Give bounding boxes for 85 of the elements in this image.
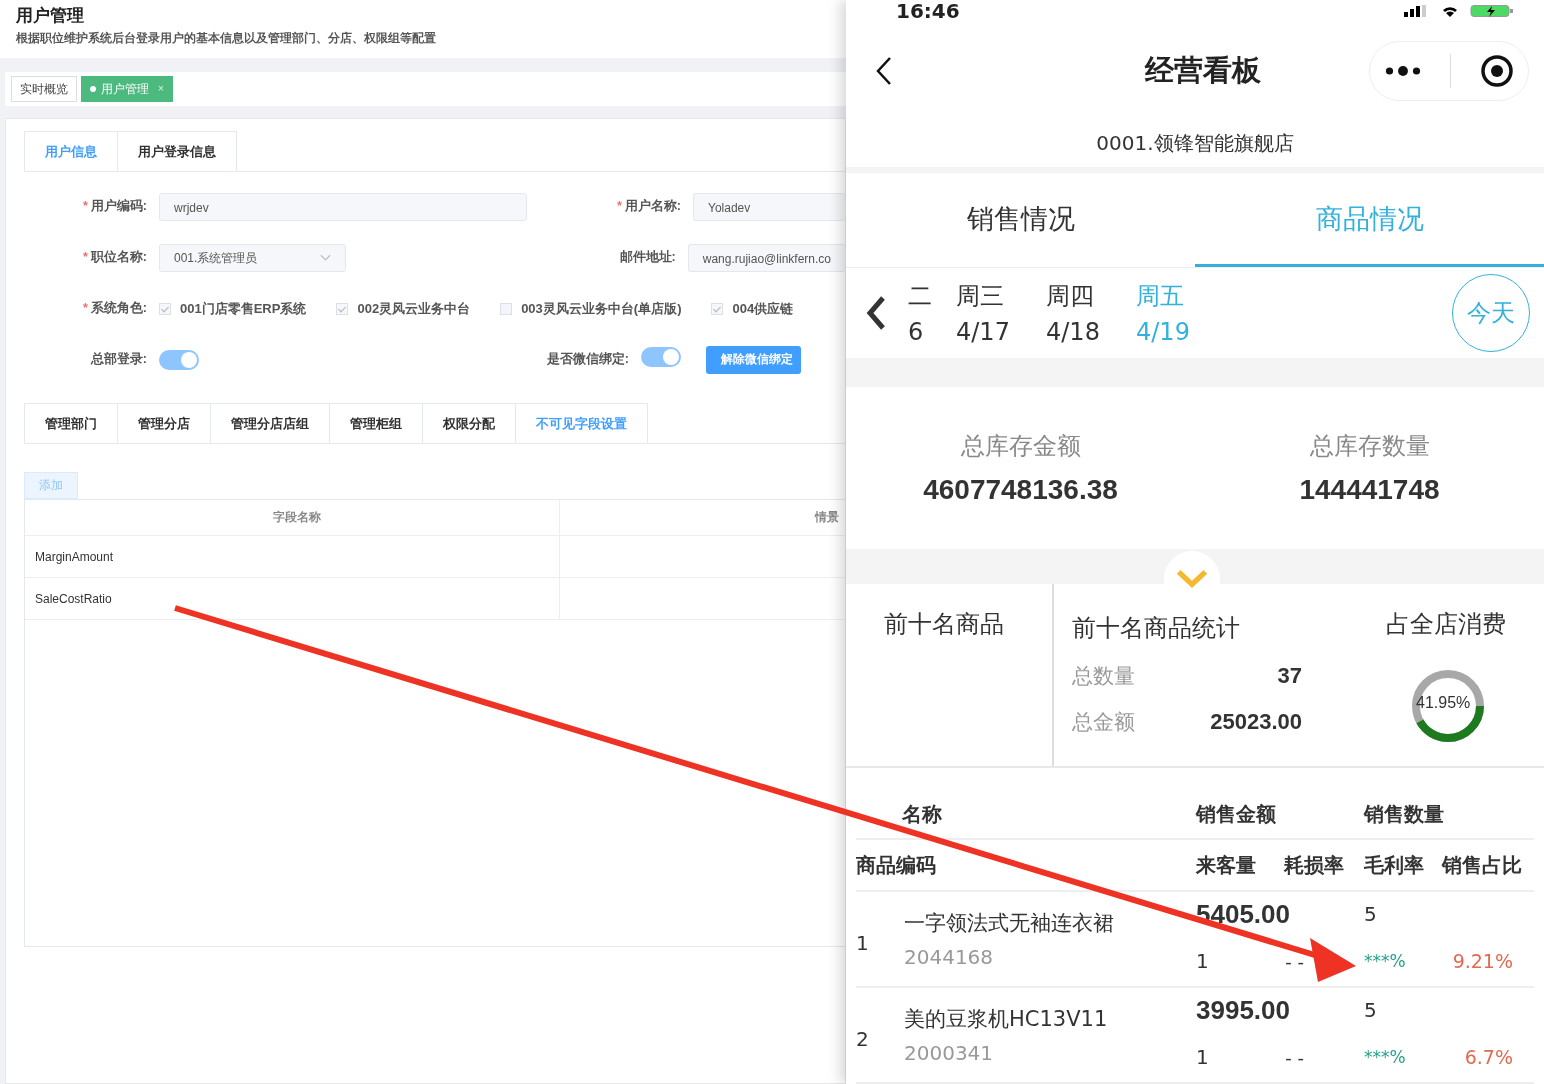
column-header: 情景	[815, 510, 839, 525]
sales-quantity: 5	[1364, 998, 1378, 1022]
page-subtitle: 根据职位维护系统后台登录用户的基本信息以及管理部门、分店、权限组等配置	[16, 31, 437, 46]
section-title: 前十名商品统计	[1072, 612, 1241, 644]
product-name: 美的豆浆机HC13V11	[904, 1006, 1109, 1033]
tab[interactable]: 管理柜组	[330, 403, 423, 443]
stat-label: 总库存金额	[960, 430, 1081, 462]
column-header: 来客量	[1196, 851, 1257, 879]
tab[interactable]: 销售情况	[846, 172, 1195, 267]
more-icon[interactable]	[1384, 64, 1421, 77]
checkbox-label: 003灵风云业务中台(单店版)	[521, 299, 682, 318]
day-item[interactable]: 周三 4/17	[956, 279, 1046, 346]
checkbox-label: 004供应链	[732, 299, 794, 318]
input-field[interactable]: Yoladev	[693, 192, 845, 221]
tab[interactable]: 管理部门	[24, 403, 118, 443]
input-field[interactable]: wang.rujiao@linkfern.co	[687, 243, 845, 272]
page-title: 用户管理	[16, 5, 85, 27]
checkbox[interactable]	[500, 302, 513, 315]
page-tab[interactable]: 实时概览	[11, 76, 77, 102]
toggle-switch[interactable]	[641, 346, 681, 367]
visitor-count: 1	[1196, 949, 1210, 973]
column-header: 耗损率	[1284, 851, 1345, 879]
field-label: * 职位名称:	[81, 249, 148, 266]
store-name: 0001.领锋智能旗舰店	[1095, 129, 1295, 157]
visitor-count: 1	[1196, 1045, 1210, 1069]
target-icon[interactable]	[1479, 53, 1514, 88]
stat-value: 4607748136.38	[923, 473, 1118, 506]
back-icon[interactable]	[876, 55, 892, 86]
day-item[interactable]: 周四 4/18	[1046, 279, 1136, 346]
field-label: * 系统角色:	[81, 300, 148, 317]
day-item[interactable]: 二 6	[908, 279, 956, 346]
column-header: 字段名称	[273, 510, 321, 525]
table-cell: SaleCostRatio	[35, 591, 112, 606]
field-label: 总部登录:	[89, 351, 148, 368]
product-code: 2000341	[904, 1041, 995, 1065]
chevron-down-icon[interactable]	[319, 253, 331, 262]
select-field[interactable]: 001.系统管理员	[159, 243, 346, 272]
stat-label: 总数量	[1072, 662, 1135, 690]
field-label: * 用户名称:	[615, 198, 682, 215]
page-title: 经营看板	[1144, 51, 1261, 89]
status-time: 16:46	[896, 0, 960, 22]
column-header: 商品编码	[856, 851, 937, 879]
sales-share: 6.7%	[1463, 1046, 1514, 1068]
stat-value: 37	[1277, 662, 1302, 689]
section-title: 占全店消费	[1386, 608, 1506, 640]
sales-share: 9.21%	[1451, 950, 1514, 972]
stat-value: 25023.00	[1210, 708, 1302, 735]
stat-label: 总金额	[1072, 708, 1135, 736]
column-header: 销售占比	[1442, 851, 1523, 879]
loss-rate: - -	[1284, 950, 1305, 972]
previous-icon[interactable]	[866, 294, 886, 331]
loss-rate: - -	[1284, 1046, 1305, 1068]
sales-amount: 5405.00	[1196, 898, 1291, 930]
column-header: 销售数量	[1364, 800, 1445, 828]
checkbox[interactable]	[336, 302, 349, 315]
sales-amount: 3995.00	[1196, 994, 1291, 1026]
column-header: 销售金额	[1196, 800, 1277, 828]
tab[interactable]: 用户登录信息	[118, 131, 237, 171]
checkbox-label: 001门店零售ERP系统	[180, 299, 307, 318]
tab[interactable]: 管理分店	[118, 403, 211, 443]
battery-icon	[1470, 5, 1514, 17]
field-label: 邮件地址:	[618, 249, 677, 266]
column-header: 名称	[901, 800, 943, 828]
row-number: 1	[856, 930, 870, 955]
percent-reading: 41.95%	[1416, 693, 1471, 712]
stat-label: 总库存数量	[1309, 430, 1430, 462]
input-field[interactable]: wrjdev	[159, 192, 527, 221]
chevron-down-icon[interactable]	[1176, 568, 1208, 589]
margin-rate: ***%	[1364, 1047, 1407, 1067]
product-code: 2044168	[904, 945, 995, 969]
row-number: 2	[856, 1026, 870, 1051]
table-cell: MarginAmount	[35, 549, 114, 564]
stat-value: 144441748	[1299, 473, 1440, 506]
checkbox-label: 002灵风云业务中台	[357, 299, 471, 318]
margin-rate: ***%	[1364, 951, 1407, 971]
tab[interactable]: 管理分店店组	[211, 403, 330, 443]
field-label: * 用户编码:	[81, 198, 148, 215]
field-label: 是否微信绑定:	[545, 351, 630, 368]
checkbox[interactable]	[711, 302, 724, 315]
sales-quantity: 5	[1364, 902, 1378, 926]
product-name: 一字领法式无袖连衣裙	[904, 910, 1115, 937]
toggle-switch[interactable]	[159, 349, 199, 370]
column-header: 毛利率	[1364, 851, 1425, 879]
section-title: 前十名商品	[884, 609, 1004, 638]
checkbox[interactable]	[159, 302, 171, 315]
